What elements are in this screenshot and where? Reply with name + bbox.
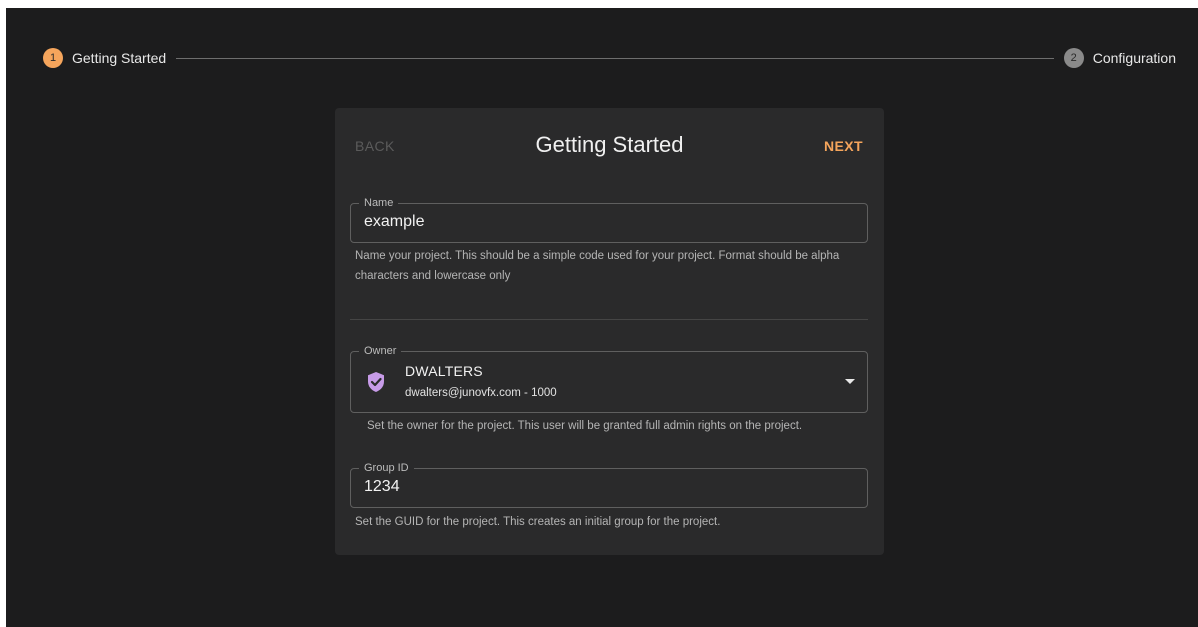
owner-name: DWALTERS bbox=[405, 363, 483, 379]
getting-started-card: BACK Getting Started NEXT Name example N… bbox=[335, 108, 884, 555]
owner-email: dwalters@junovfx.com - 1000 bbox=[405, 387, 557, 399]
shield-check-icon bbox=[368, 372, 384, 392]
owner-field-label: Owner bbox=[359, 344, 402, 358]
group-id-field[interactable]: Group ID 1234 bbox=[350, 461, 868, 508]
owner-select[interactable]: Owner DWALTERS dwalters@junovfx.com - 10… bbox=[350, 344, 868, 413]
section-divider bbox=[350, 319, 868, 320]
stepper: 1 Getting Started 2 Configuration bbox=[43, 46, 1176, 70]
step-number-badge: 2 bbox=[1063, 48, 1084, 68]
group-id-field-label: Group ID bbox=[359, 461, 414, 475]
name-field[interactable]: Name example bbox=[350, 196, 868, 243]
step-getting-started[interactable]: 1 Getting Started bbox=[43, 48, 166, 68]
step-number-badge: 1 bbox=[43, 48, 63, 68]
step-label: Getting Started bbox=[72, 50, 167, 66]
app-root: 1 Getting Started 2 Configuration BACK G… bbox=[6, 8, 1198, 627]
step-configuration[interactable]: 2 Configuration bbox=[1063, 48, 1176, 68]
chevron-down-icon[interactable] bbox=[845, 379, 855, 384]
name-field-label: Name bbox=[359, 196, 399, 210]
step-label: Configuration bbox=[1092, 50, 1176, 66]
stepper-connector bbox=[176, 57, 1054, 59]
next-button[interactable]: NEXT bbox=[824, 138, 863, 154]
name-input-value[interactable]: example bbox=[364, 213, 424, 231]
card-header: BACK Getting Started NEXT bbox=[335, 130, 884, 162]
group-id-helper-text: Set the GUID for the project. This creat… bbox=[355, 516, 721, 528]
owner-helper-text: Set the owner for the project. This user… bbox=[367, 420, 803, 432]
card-title: Getting Started bbox=[535, 132, 684, 157]
name-helper-text: Name your project. This should be a simp… bbox=[355, 250, 840, 282]
group-id-input-value[interactable]: 1234 bbox=[364, 478, 400, 496]
